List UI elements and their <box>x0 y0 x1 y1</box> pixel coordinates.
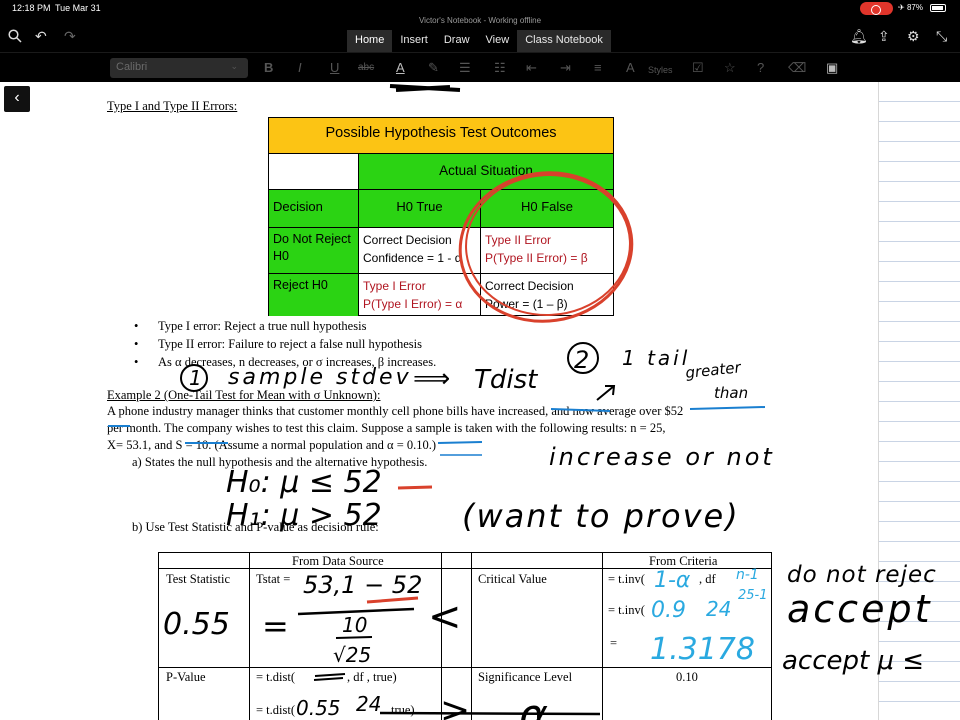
ink-text: H₁: μ > 52 <box>226 498 382 533</box>
ink-text: sample stdev <box>228 365 412 390</box>
ink-text: greater <box>685 358 743 382</box>
ribbon-tabs: Home Insert Draw View Class Notebook <box>347 30 611 52</box>
page-view-icon[interactable]: ▣ <box>826 60 838 76</box>
checkbox-icon[interactable]: ☑ <box>692 60 704 76</box>
formatting-ribbon: Calibri ⌄ B I U abc A ✎ ☰ ☷ ⇤ ⇥ ≡ A Style… <box>0 52 960 82</box>
bullet-list-icon[interactable]: ☰ <box>459 60 471 76</box>
ink-text: √25 <box>333 643 371 667</box>
star-icon[interactable]: ☆ <box>724 60 736 76</box>
ink-text: > <box>440 690 470 720</box>
ink-text: 0.55 <box>163 607 230 642</box>
font-name-value: Calibri <box>116 61 148 73</box>
ink-text: ⟹ <box>413 364 450 394</box>
ink-text: than <box>714 384 748 402</box>
ink-arrow <box>596 385 616 401</box>
strikethrough-icon[interactable]: abc <box>358 60 374 76</box>
ink-text: 0.55 <box>296 696 341 720</box>
ink-text: Tdist <box>474 365 538 395</box>
ink-text: accept μ ≤ <box>782 646 924 676</box>
ink-text: 2 <box>574 346 589 374</box>
tab-view[interactable]: View <box>478 30 518 52</box>
ink-text: α <box>519 690 548 720</box>
airplane-icon: ✈ <box>898 3 907 12</box>
help-icon[interactable]: ? <box>757 60 764 76</box>
bold-icon[interactable]: B <box>264 60 273 76</box>
ink-text: 53,1 − 52 <box>303 571 422 599</box>
styles-label[interactable]: Styles <box>648 62 673 78</box>
menu-bar: ↶ ↷ Home Insert Draw View Class Notebook… <box>0 28 960 52</box>
ink-line <box>379 711 601 716</box>
chevron-down-icon: ⌄ <box>230 61 238 71</box>
font-color-icon[interactable]: A <box>396 60 405 76</box>
ink-fraction-bar <box>335 636 373 639</box>
ink-text: 1.3178 <box>650 632 755 667</box>
ink-text: H₀: μ ≤ 52 <box>226 465 382 500</box>
ink-text: < <box>428 594 462 640</box>
ink-text: 24 <box>356 692 381 716</box>
ink-text: do not rejec <box>787 562 937 588</box>
red-ink-underline <box>397 485 433 490</box>
clock: 12:18 PM <box>12 3 51 13</box>
tab-home[interactable]: Home <box>347 30 393 52</box>
battery-label: 87% <box>906 3 923 12</box>
italic-icon[interactable]: I <box>298 60 302 76</box>
ink-text: 25-1 <box>738 588 768 603</box>
ink-scribble <box>313 673 346 681</box>
ink-text: = <box>262 607 289 645</box>
tab-class-notebook[interactable]: Class Notebook <box>517 30 611 52</box>
outdent-icon[interactable]: ⇤ <box>526 60 537 76</box>
ink-text: 24 <box>706 597 731 621</box>
search-icon[interactable] <box>8 29 22 43</box>
ink-layer: 1 sample stdev ⟹ Tdist 2 1 tail greater … <box>108 84 937 720</box>
date: Tue Mar 31 <box>55 3 101 13</box>
battery-icon <box>930 4 946 12</box>
redo-icon[interactable]: ↷ <box>64 28 76 44</box>
undo-icon[interactable]: ↶ <box>35 28 47 44</box>
status-bar: 12:18 PM Tue Mar 31 Victor's Notebook - … <box>0 0 960 25</box>
tab-insert[interactable]: Insert <box>392 30 436 52</box>
collapse-icon[interactable]: ⤡ <box>936 28 947 44</box>
battery-percent: ✈ 87% <box>898 3 923 12</box>
share-icon[interactable]: ⇪ <box>878 28 890 44</box>
ink-text: (want to prove) <box>462 497 740 535</box>
blue-ink-underline <box>108 406 766 444</box>
ink-text: 1-α <box>654 568 691 593</box>
align-icon[interactable]: ≡ <box>594 60 602 76</box>
indent-icon[interactable]: ⇥ <box>560 60 571 76</box>
styles-icon[interactable]: A <box>626 60 635 76</box>
tab-draw[interactable]: Draw <box>436 30 478 52</box>
highlight-icon[interactable]: ✎ <box>428 60 439 76</box>
underline-icon[interactable]: U <box>330 60 339 76</box>
ink-text: 0.9 <box>651 598 686 623</box>
ink-text: 10 <box>342 613 367 637</box>
notebook-page[interactable]: ‹ Type I and Type II Errors: Possible Hy… <box>0 82 960 720</box>
screen-record-icon[interactable] <box>860 2 893 15</box>
ink-text: n-1 <box>736 567 759 583</box>
ink-text: 1 <box>189 366 202 390</box>
ink-text: increase or not <box>549 443 775 471</box>
red-ink-circle <box>458 171 634 323</box>
numbered-list-icon[interactable]: ☷ <box>494 60 506 76</box>
eraser-icon[interactable]: ⌫ <box>788 60 806 76</box>
ink-text: accept <box>787 587 932 631</box>
font-name-field[interactable]: Calibri ⌄ <box>110 58 248 78</box>
gear-icon[interactable]: ⚙ <box>907 28 920 44</box>
bell-icon[interactable]: 🔔︎ <box>850 28 868 44</box>
window-title: Victor's Notebook - Working offline <box>418 16 542 25</box>
black-ink-scribble <box>389 84 461 92</box>
ink-text: 1 tail <box>622 346 690 370</box>
